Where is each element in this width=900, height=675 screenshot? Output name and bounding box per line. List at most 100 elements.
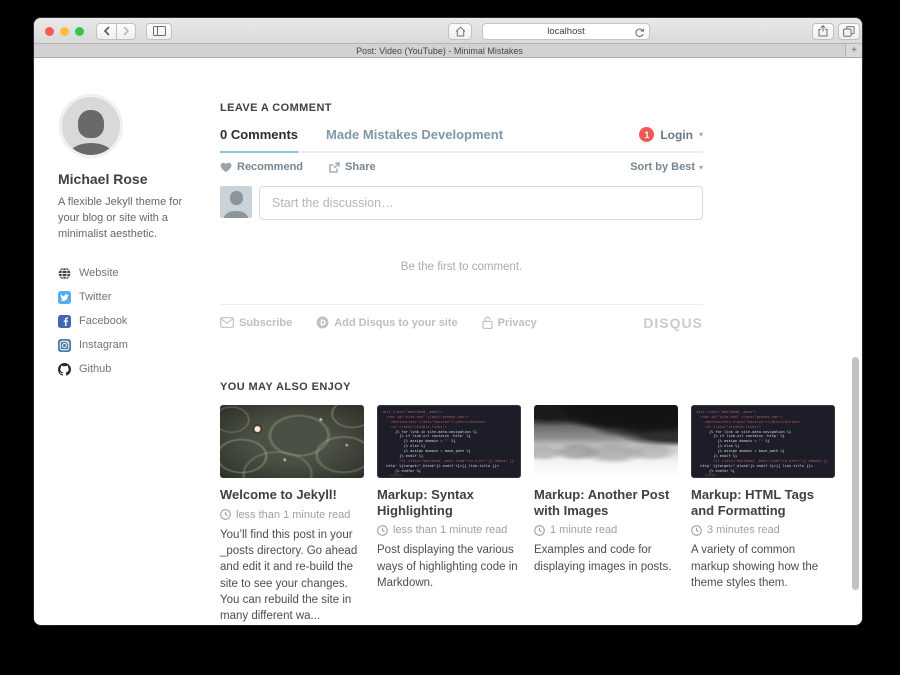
disqus-footer-subscribe[interactable]: Subscribe xyxy=(220,317,292,329)
post-title-link[interactable]: Welcome to Jekyll! xyxy=(220,487,364,503)
reload-icon xyxy=(634,28,645,39)
disqus-embed: 0 Comments Made Mistakes Development 1 L… xyxy=(220,127,703,329)
post-title-link[interactable]: Markup: Syntax Highlighting xyxy=(377,487,521,518)
sidebar-link-facebook[interactable]: Facebook xyxy=(58,315,220,328)
window-scrollbar[interactable] xyxy=(852,357,859,590)
home-icon xyxy=(455,26,466,37)
minimize-window-button[interactable] xyxy=(60,27,69,36)
code-snippet: <div class="masthead__menu"> <nav id="si… xyxy=(378,406,520,477)
author-links: Website Twitter Facebook Instagram Github xyxy=(58,267,220,376)
browser-window: localhost Post: Video (YouTube) - Minima… xyxy=(34,18,862,625)
recommend-button[interactable]: Recommend xyxy=(220,161,303,173)
disqus-footer-privacy[interactable]: Privacy xyxy=(482,316,537,329)
footer-link-label: Privacy xyxy=(498,317,537,329)
share-icon xyxy=(818,25,828,37)
chevron-left-icon xyxy=(103,26,111,36)
post-excerpt: You’ll find this post in your _posts dir… xyxy=(220,527,364,624)
envelope-icon xyxy=(220,317,234,328)
tabs-overview-icon xyxy=(843,26,855,37)
login-control[interactable]: 1 Login ▾ xyxy=(639,127,703,142)
guest-avatar xyxy=(220,186,252,218)
sidebar-link-instagram[interactable]: Instagram xyxy=(58,339,220,352)
read-time-label: 3 minutes read xyxy=(707,524,780,536)
related-post-card: <div class="masthead__menu"> <nav id="si… xyxy=(691,405,835,624)
home-button[interactable] xyxy=(448,23,472,40)
author-name: Michael Rose xyxy=(58,171,220,187)
disqus-footer-add-disqus-to-your-site[interactable]: Add Disqus to your site xyxy=(316,316,457,329)
footer-link-label: Add Disqus to your site xyxy=(334,317,457,329)
login-label: Login xyxy=(660,128,693,142)
post-thumbnail-moss[interactable] xyxy=(220,405,364,478)
reload-button[interactable] xyxy=(634,26,645,44)
main-column: LEAVE A COMMENT 0 Comments Made Mistakes… xyxy=(220,58,838,624)
chevron-right-icon xyxy=(122,26,130,36)
forward-button[interactable] xyxy=(116,23,136,40)
post-excerpt: Examples and code for displaying images … xyxy=(534,542,678,575)
notification-badge[interactable]: 1 xyxy=(639,127,654,142)
sidebar-link-github[interactable]: Github xyxy=(58,363,220,376)
close-window-button[interactable] xyxy=(45,27,54,36)
back-button[interactable] xyxy=(96,23,116,40)
sidebar-link-label: Facebook xyxy=(79,315,127,327)
disqus-logo[interactable]: DISQUS xyxy=(643,315,703,331)
page-content: Michael Rose A flexible Jekyll theme for… xyxy=(34,58,862,624)
post-thumbnail-fog[interactable] xyxy=(534,405,678,478)
post-title-link[interactable]: Markup: HTML Tags and Formatting xyxy=(691,487,835,518)
comment-input[interactable] xyxy=(259,186,703,220)
sidebar-icon xyxy=(153,26,166,36)
clock-icon xyxy=(220,509,231,520)
related-posts-grid: Welcome to Jekyll! less than 1 minute rea… xyxy=(220,405,835,624)
facebook-icon xyxy=(58,315,71,328)
post-read-time: less than 1 minute read xyxy=(377,524,521,536)
screenshot-stage: localhost Post: Video (YouTube) - Minima… xyxy=(0,0,900,675)
related-post-card: Welcome to Jekyll! less than 1 minute rea… xyxy=(220,405,364,624)
github-icon xyxy=(58,363,71,376)
lock-icon xyxy=(482,316,493,329)
post-excerpt: A variety of common markup showing how t… xyxy=(691,542,835,591)
traffic-lights xyxy=(45,27,84,36)
community-link[interactable]: Made Mistakes Development xyxy=(326,127,503,151)
author-avatar xyxy=(60,95,122,157)
author-sidebar: Michael Rose A flexible Jekyll theme for… xyxy=(58,58,220,624)
sidebar-link-label: Github xyxy=(79,363,111,375)
sidebar-link-label: Instagram xyxy=(79,339,128,351)
sidebar-link-label: Twitter xyxy=(79,291,111,303)
read-time-label: less than 1 minute read xyxy=(393,524,507,536)
clock-icon xyxy=(377,525,388,536)
empty-state-text: Be the first to comment. xyxy=(220,261,703,273)
comment-composer xyxy=(220,186,703,220)
comment-count-tab[interactable]: 0 Comments xyxy=(220,127,298,153)
post-read-time: 3 minutes read xyxy=(691,524,835,536)
related-heading: YOU MAY ALSO ENJOY xyxy=(220,381,838,393)
sidebar-link-label: Website xyxy=(79,267,119,279)
new-tab-button[interactable]: + xyxy=(845,44,862,57)
chevron-down-icon: ▾ xyxy=(699,130,703,139)
code-snippet: <div class="masthead__menu"> <nav id="si… xyxy=(692,406,834,477)
sidebar-toggle-button[interactable] xyxy=(146,23,172,40)
share-comments-button[interactable]: Share xyxy=(329,161,376,173)
clock-icon xyxy=(691,525,702,536)
footer-link-label: Subscribe xyxy=(239,317,292,329)
divider xyxy=(220,304,703,305)
sort-by-best-dropdown[interactable]: Sort by Best ▾ xyxy=(630,161,703,173)
related-post-card: <div class="masthead__menu"> <nav id="si… xyxy=(377,405,521,624)
address-bar[interactable]: localhost xyxy=(482,23,650,40)
tab-active[interactable]: Post: Video (YouTube) - Minimal Mistakes xyxy=(34,44,845,57)
globe-icon xyxy=(58,267,71,280)
tab-bar: Post: Video (YouTube) - Minimal Mistakes… xyxy=(34,44,862,58)
post-title-link[interactable]: Markup: Another Post with Images xyxy=(534,487,678,518)
sidebar-link-twitter[interactable]: Twitter xyxy=(58,291,220,304)
disqus-d-icon xyxy=(316,316,329,329)
share-button[interactable] xyxy=(812,23,834,40)
twitter-icon xyxy=(58,291,71,304)
post-read-time: 1 minute read xyxy=(534,524,678,536)
read-time-label: less than 1 minute read xyxy=(236,509,350,521)
comments-heading: LEAVE A COMMENT xyxy=(220,102,838,114)
instagram-icon xyxy=(58,339,71,352)
sidebar-link-website[interactable]: Website xyxy=(58,267,220,280)
tab-overview-button[interactable] xyxy=(838,23,860,40)
post-thumbnail-code[interactable]: <div class="masthead__menu"> <nav id="si… xyxy=(691,405,835,478)
post-thumbnail-code[interactable]: <div class="masthead__menu"> <nav id="si… xyxy=(377,405,521,478)
post-read-time: less than 1 minute read xyxy=(220,509,364,521)
zoom-window-button[interactable] xyxy=(75,27,84,36)
